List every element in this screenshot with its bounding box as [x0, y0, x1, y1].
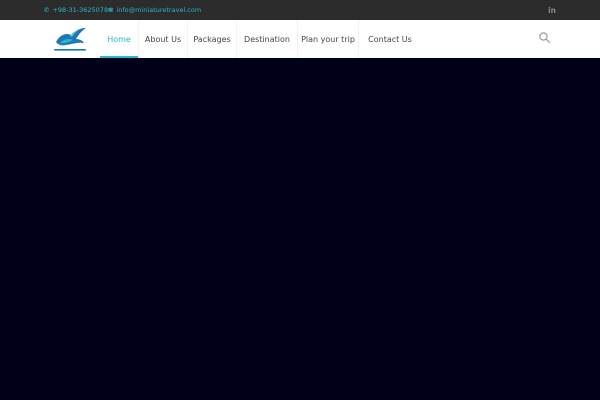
email-address[interactable]: info@miniaturetravel.com: [116, 6, 201, 14]
phone-contact[interactable]: ✆ +98-31-36250784: [44, 0, 112, 20]
search-icon: [539, 32, 551, 44]
nav-destination-label: Destination: [244, 34, 290, 44]
nav-home-label: Home: [107, 34, 131, 44]
hero-section: [0, 58, 600, 400]
email-contact[interactable]: ✉ info@miniaturetravel.com: [108, 0, 201, 20]
top-bar: ✆ +98-31-36250784 ✉ info@miniaturetravel…: [0, 0, 600, 20]
nav-contact-us-label: Contact Us: [368, 34, 412, 44]
nav-plan-your-trip[interactable]: Plan your trip: [298, 20, 359, 58]
nav-about-us[interactable]: About Us: [139, 20, 188, 58]
phone-number[interactable]: +98-31-36250784: [52, 6, 112, 14]
linkedin-icon[interactable]: in: [548, 0, 556, 20]
nav-destination[interactable]: Destination: [237, 20, 298, 58]
nav-home[interactable]: Home: [100, 20, 139, 58]
main-menu: Home About Us Packages Destination Plan …: [100, 20, 421, 58]
main-navbar: Home About Us Packages Destination Plan …: [0, 20, 600, 58]
phone-icon: ✆: [44, 6, 50, 14]
nav-contact-us[interactable]: Contact Us: [359, 20, 421, 58]
logo-bird-icon: [54, 28, 86, 51]
nav-packages[interactable]: Packages: [188, 20, 237, 58]
envelope-icon: ✉: [108, 6, 114, 14]
nav-packages-label: Packages: [193, 34, 231, 44]
search-button[interactable]: [537, 30, 553, 46]
site-logo[interactable]: [50, 24, 90, 54]
nav-plan-your-trip-label: Plan your trip: [301, 34, 355, 44]
nav-about-us-label: About Us: [144, 34, 182, 44]
